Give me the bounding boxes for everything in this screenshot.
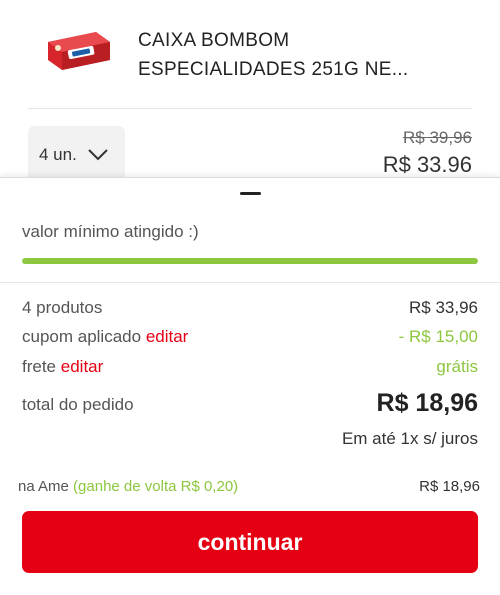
drag-handle-icon[interactable] [240, 192, 261, 195]
products-value: R$ 33,96 [409, 298, 478, 317]
coupon-discount-value: - R$ 15,00 [398, 327, 478, 346]
divider [28, 108, 472, 109]
ame-cashback: (ganhe de volta R$ 0,20) [73, 478, 239, 495]
minimum-value-message: valor mínimo atingido :) [22, 222, 199, 241]
quantity-selector[interactable]: 4 un. [28, 126, 125, 182]
ame-label: na Ame [18, 478, 69, 495]
total-row: total do pedido R$ 18,96 [22, 389, 478, 425]
shipping-label: frete [22, 357, 57, 376]
total-label: total do pedido [22, 395, 134, 414]
product-name-line-2: ESPECIALIDADES 251G NE... [138, 59, 409, 80]
product-name-line-1: CAIXA BOMBOM [138, 30, 290, 51]
minimum-value-progress-bar [22, 258, 478, 264]
quantity-value: 4 un. [39, 145, 77, 164]
cart-product-card: CAIXA BOMBOM ESPECIALIDADES 251G NE... 4… [0, 0, 500, 182]
ame-value: R$ 18,96 [419, 478, 480, 495]
shipping-value: grátis [436, 357, 478, 376]
coupon-edit-link[interactable]: editar [146, 327, 189, 346]
shipping-edit-link[interactable]: editar [61, 357, 104, 376]
continue-button[interactable]: continuar [22, 511, 478, 573]
product-name[interactable]: CAIXA BOMBOM ESPECIALIDADES 251G NE... [138, 26, 458, 84]
divider [0, 282, 500, 283]
installments-text: Em até 1x s/ juros [341, 429, 478, 448]
product-thumbnail[interactable] [44, 28, 114, 72]
original-price: R$ 39,96 [403, 128, 472, 147]
products-label: 4 produtos [22, 298, 103, 317]
total-value: R$ 18,96 [376, 389, 478, 417]
current-price: R$ 33.96 [382, 152, 472, 177]
coupon-label: cupom aplicado [22, 327, 142, 346]
progress-fill [22, 258, 478, 264]
order-summary-sheet: valor mínimo atingido :) 4 produtos R$ 3… [0, 177, 500, 595]
chevron-down-icon [88, 149, 108, 161]
